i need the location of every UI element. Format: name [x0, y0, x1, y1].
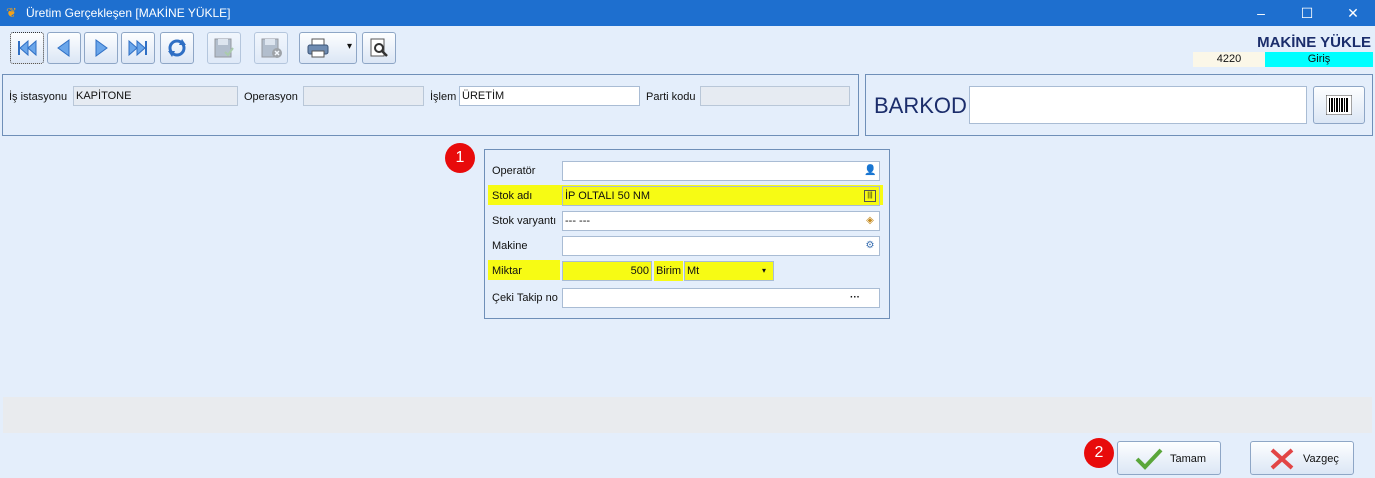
- barcode-scan-button[interactable]: [1313, 86, 1365, 124]
- magnifier-icon: [370, 38, 388, 57]
- tag-icon[interactable]: ◈: [864, 215, 876, 227]
- first-record-icon: [18, 39, 37, 57]
- checkmark-icon: [1135, 448, 1163, 470]
- print-dropdown-arrow[interactable]: ▾: [347, 41, 352, 52]
- stok-adi-label: Stok adı: [492, 190, 533, 202]
- maximize-button[interactable]: ☐: [1284, 0, 1330, 26]
- makine-field[interactable]: ⚙: [562, 236, 880, 256]
- step-badge-1: 1: [445, 143, 475, 173]
- last-record-button[interactable]: [121, 32, 155, 64]
- step-badge-2: 2: [1084, 438, 1114, 468]
- delete-record-button[interactable]: [254, 32, 288, 64]
- cancel-button-label: Vazgeç: [1303, 453, 1339, 465]
- stok-varyant-label: Stok varyantı: [492, 215, 557, 227]
- operasyon-label: Operasyon: [244, 91, 298, 103]
- islem-label: İşlem: [430, 91, 457, 103]
- preview-button[interactable]: [362, 32, 396, 64]
- refresh-icon: [168, 39, 186, 57]
- miktar-label: Miktar: [492, 265, 522, 277]
- istasyon-label: İş istasyonu: [9, 91, 68, 103]
- minimize-button[interactable]: –: [1238, 0, 1284, 26]
- chevron-down-icon[interactable]: ▾: [758, 265, 770, 277]
- refresh-button[interactable]: [160, 32, 194, 64]
- last-record-icon: [128, 39, 147, 57]
- operasyon-field: [303, 86, 424, 106]
- operator-field[interactable]: 👤: [562, 161, 880, 181]
- ok-button-label: Tamam: [1170, 453, 1207, 465]
- parti-kodu-label: Parti kodu: [646, 91, 696, 103]
- title-bar: ❦ Üretim Gerçekleşen [MAKİNE YÜKLE] – ☐ …: [0, 0, 1375, 26]
- barcode-icon: [1326, 95, 1352, 115]
- toolbar: ▾: [0, 26, 1375, 70]
- mode-title: MAKİNE YÜKLE: [1257, 34, 1371, 51]
- next-record-button[interactable]: [84, 32, 118, 64]
- gear-icon[interactable]: ⚙: [864, 240, 876, 252]
- ceki-takip-field[interactable]: ···: [562, 288, 880, 308]
- first-record-button[interactable]: [10, 32, 44, 64]
- person-icon[interactable]: 👤: [864, 165, 876, 177]
- cancel-button[interactable]: Vazgeç: [1250, 441, 1354, 475]
- previous-icon: [57, 39, 70, 57]
- status-badge: Giriş: [1265, 52, 1373, 67]
- parti-kodu-field: [700, 86, 850, 106]
- makine-label: Makine: [492, 240, 528, 252]
- ellipsis-button[interactable]: ···: [845, 292, 865, 304]
- birim-label: Birim: [654, 261, 684, 281]
- save-button[interactable]: [207, 32, 241, 64]
- close-button[interactable]: ✕: [1330, 0, 1375, 26]
- ceki-takip-label: Çeki Takip no: [492, 292, 558, 304]
- printer-icon: [307, 38, 329, 58]
- status-strip: [3, 397, 1372, 433]
- delete-save-icon: [261, 38, 282, 58]
- save-icon: [214, 38, 234, 58]
- operator-label: Operatör: [492, 165, 536, 177]
- stok-adi-value: İP OLTALI 50 NM: [565, 190, 650, 202]
- birim-value: Mt: [687, 265, 700, 277]
- istasyon-field: KAPİTONE: [73, 86, 238, 106]
- stok-varyant-value: --- ---: [565, 215, 591, 227]
- barcode-input[interactable]: [969, 86, 1307, 124]
- previous-record-button[interactable]: [47, 32, 81, 64]
- cancel-x-icon: [1270, 448, 1294, 470]
- ok-button[interactable]: Tamam: [1117, 441, 1221, 475]
- miktar-field[interactable]: 500: [562, 261, 652, 281]
- record-code: 4220: [1193, 52, 1265, 67]
- window-title: Üretim Gerçekleşen [MAKİNE YÜKLE]: [26, 6, 231, 20]
- stok-adi-field[interactable]: İP OLTALI 50 NM |||: [562, 186, 880, 206]
- barcode-label: BARKOD: [874, 93, 967, 118]
- stok-varyant-field[interactable]: --- --- ◈: [562, 211, 880, 231]
- print-button[interactable]: ▾: [299, 32, 357, 64]
- islem-field[interactable]: ÜRETİM: [459, 86, 640, 106]
- next-icon: [95, 39, 108, 57]
- birim-select[interactable]: Mt ▾: [684, 261, 774, 281]
- barcode-small-icon[interactable]: |||: [864, 190, 876, 202]
- butterfly-app-icon: ❦: [6, 5, 17, 20]
